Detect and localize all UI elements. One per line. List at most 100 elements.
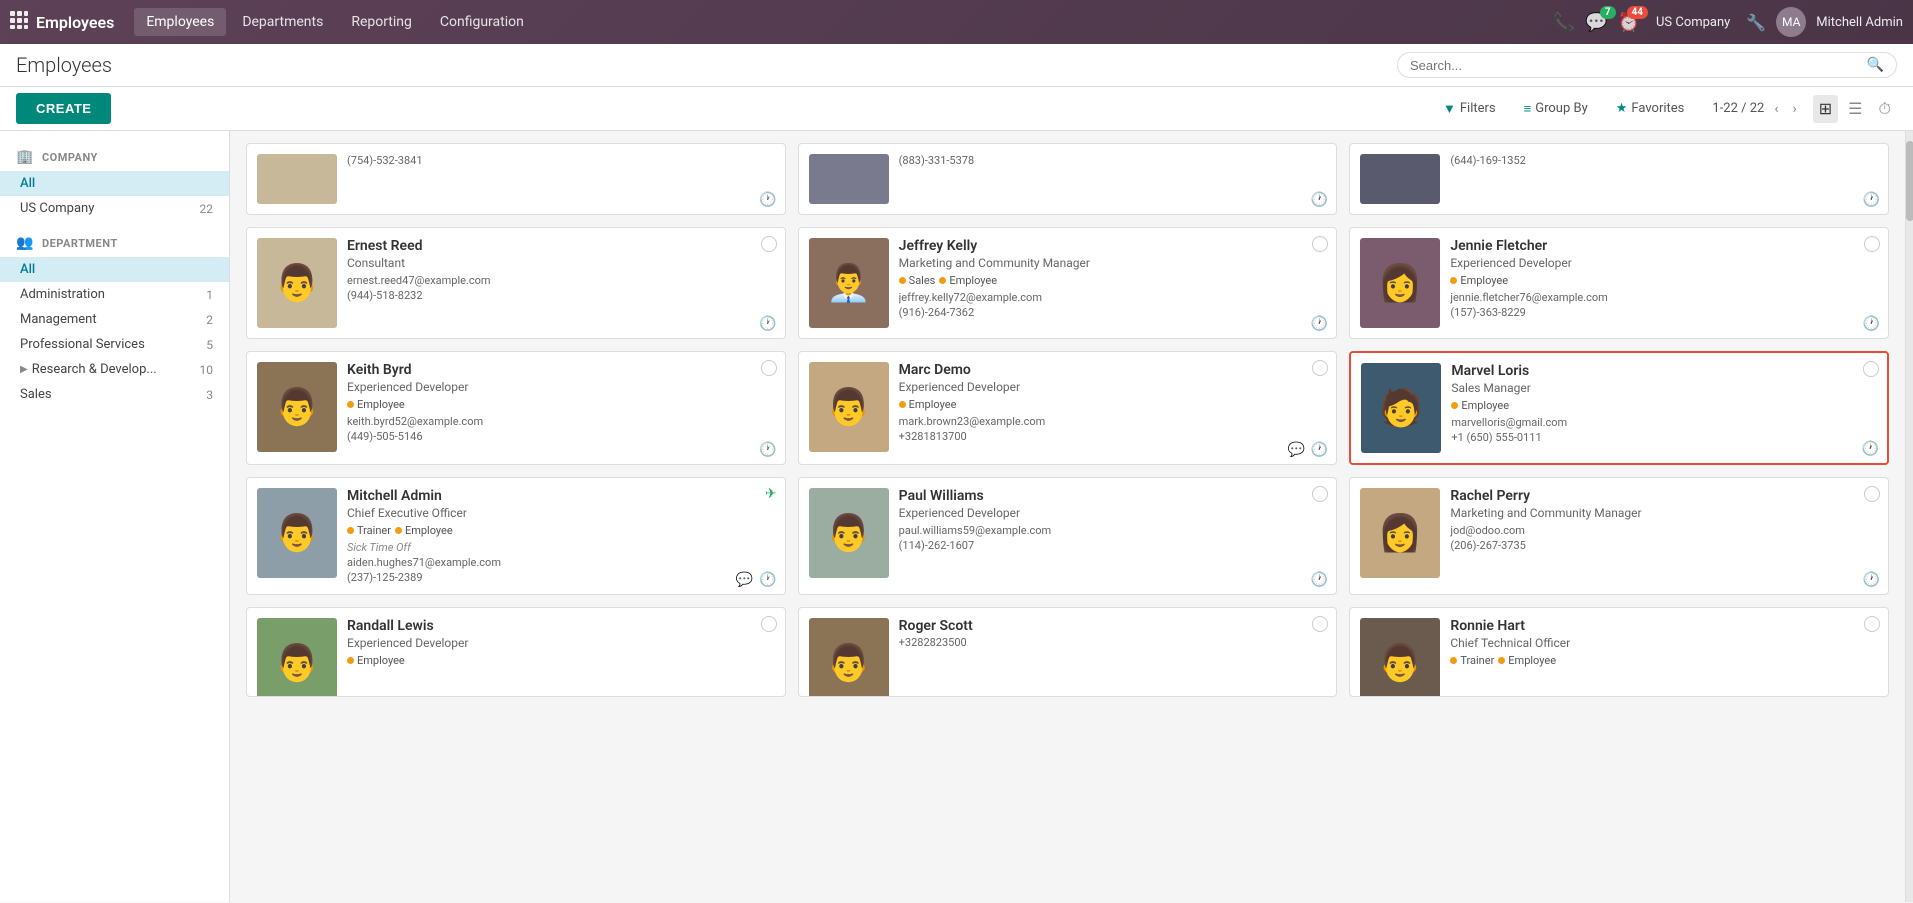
company-us-item[interactable]: US Company 22: [0, 196, 229, 221]
select-checkbox[interactable]: [1864, 236, 1880, 252]
emp-info: Marvel Loris Sales Manager Employee marv…: [1451, 363, 1877, 444]
clock-icon[interactable]: 🕐: [1311, 442, 1328, 458]
emp-phone: (449)-505-5146: [347, 430, 775, 443]
dept-sales-item[interactable]: Sales 3: [0, 382, 229, 407]
emp-name: Marc Demo: [899, 362, 1327, 378]
emp-name: Jeffrey Kelly: [899, 238, 1327, 254]
emp-email: jennie.fletcher76@example.com: [1450, 291, 1878, 304]
scrollbar[interactable]: [1905, 131, 1913, 902]
select-checkbox[interactable]: [761, 360, 777, 376]
card-paul-williams[interactable]: 👨 Paul Williams Experienced Developer pa…: [798, 477, 1338, 595]
messages-icon[interactable]: 💬 7: [1585, 12, 1607, 33]
clock-icon[interactable]: 🕐: [759, 572, 776, 588]
emp-info: Rachel Perry Marketing and Community Man…: [1450, 488, 1878, 552]
support-icon[interactable]: 📞: [1553, 12, 1575, 33]
emp-tags: Trainer Employee: [347, 524, 775, 537]
select-checkbox[interactable]: [761, 616, 777, 632]
list-view-button[interactable]: ☰: [1842, 95, 1868, 123]
avatar[interactable]: MA: [1776, 7, 1806, 37]
emp-name: Jennie Fletcher: [1450, 238, 1878, 254]
card-ronnie-hart[interactable]: 👨 Ronnie Hart Chief Technical Officer Tr…: [1349, 607, 1889, 697]
card-marvel-loris[interactable]: 🧑 Marvel Loris Sales Manager Employee ma…: [1349, 351, 1889, 465]
chat-icon[interactable]: 💬: [736, 572, 753, 588]
dept-management-item[interactable]: Management 2: [0, 307, 229, 332]
card-randall-lewis[interactable]: 👨 Randall Lewis Experienced Developer Em…: [246, 607, 786, 697]
filter-icon: ▼: [1443, 101, 1456, 117]
department-icon: 👥: [16, 235, 34, 251]
card-jeffrey-kelly[interactable]: 👨‍💼 Jeffrey Kelly Marketing and Communit…: [798, 227, 1338, 339]
company-all-item[interactable]: All: [0, 171, 229, 196]
settings-icon[interactable]: 🔧: [1746, 13, 1766, 32]
search-input[interactable]: [1410, 58, 1861, 73]
scrollbar-thumb[interactable]: [1906, 141, 1913, 221]
nav-configuration[interactable]: Configuration: [428, 8, 536, 36]
card-partial-1[interactable]: (754)-532-3841 🕐: [246, 143, 786, 215]
select-checkbox[interactable]: [1863, 361, 1879, 377]
alerts-icon[interactable]: ⏰ 44: [1618, 12, 1640, 33]
emp-photo: 👨: [257, 238, 337, 328]
chat-icon[interactable]: 💬: [1287, 442, 1304, 458]
select-checkbox[interactable]: [1312, 360, 1328, 376]
company-name[interactable]: US Company: [1656, 15, 1730, 30]
clock-icon[interactable]: 🕐: [759, 192, 776, 208]
favorites-button[interactable]: ★ Favorites: [1608, 97, 1693, 120]
clock-icon[interactable]: 🕐: [1863, 192, 1880, 208]
dept-professional-services-item[interactable]: Professional Services 5: [0, 332, 229, 357]
search-icon[interactable]: 🔍: [1867, 57, 1884, 73]
card-check-area: [1864, 486, 1880, 502]
emp-name: Ronnie Hart: [1450, 618, 1878, 634]
card-partial-2[interactable]: (883)-331-5378 🕐: [798, 143, 1338, 215]
kanban-content: (754)-532-3841 🕐 (883)-331-5378 🕐 (644: [230, 131, 1905, 902]
nav-employees[interactable]: Employees: [134, 8, 226, 36]
select-checkbox[interactable]: [1864, 486, 1880, 502]
dept-administration-item[interactable]: Administration 1: [0, 282, 229, 307]
dept-all-item[interactable]: All: [0, 257, 229, 282]
tag-dot: [347, 401, 354, 408]
activity-view-button[interactable]: ⏱: [1873, 95, 1897, 123]
card-keith-byrd[interactable]: 👨 Keith Byrd Experienced Developer Emplo…: [246, 351, 786, 465]
select-checkbox[interactable]: [1864, 616, 1880, 632]
card-mitchell-admin[interactable]: 👨 Mitchell Admin Chief Executive Officer…: [246, 477, 786, 595]
card-ernest-reed[interactable]: 👨 Ernest Reed Consultant ernest.reed47@e…: [246, 227, 786, 339]
filters-button[interactable]: ▼ Filters: [1435, 97, 1504, 121]
dept-research-item[interactable]: ▶ Research & Develop... 10: [0, 357, 229, 382]
emp-tags: Employee: [899, 398, 1327, 411]
nav-reporting[interactable]: Reporting: [339, 8, 424, 36]
select-checkbox[interactable]: [1312, 616, 1328, 632]
card-check-area: [761, 360, 777, 376]
card-roger-scott[interactable]: 👨 Roger Scott +3282823500: [798, 607, 1338, 697]
card-partial-3[interactable]: (644)-169-1352 🕐: [1349, 143, 1889, 215]
card-jennie-fletcher[interactable]: 👩 Jennie Fletcher Experienced Developer …: [1349, 227, 1889, 339]
card-bottom: 🕐: [1311, 316, 1328, 332]
card-actions: 🕐: [1311, 192, 1328, 208]
emp-email: ernest.reed47@example.com: [347, 274, 775, 287]
clock-icon[interactable]: 🕐: [1863, 316, 1880, 332]
clock-icon[interactable]: 🕐: [1311, 316, 1328, 332]
clock-icon[interactable]: 🕐: [1311, 192, 1328, 208]
emp-info: Jennie Fletcher Experienced Developer Em…: [1450, 238, 1878, 319]
pager-next[interactable]: ›: [1789, 99, 1801, 119]
page-title: Employees: [16, 53, 1397, 77]
card-marc-demo[interactable]: 👨 Marc Demo Experienced Developer Employ…: [798, 351, 1338, 465]
clock-icon[interactable]: 🕐: [1863, 572, 1880, 588]
tag-dot-2: [1498, 657, 1505, 664]
apps-icon[interactable]: [10, 11, 28, 33]
card-rachel-perry[interactable]: 👩 Rachel Perry Marketing and Community M…: [1349, 477, 1889, 595]
kanban-view-button[interactable]: ⊞: [1813, 95, 1838, 123]
search-bar[interactable]: 🔍: [1397, 52, 1897, 78]
clock-icon[interactable]: 🕐: [759, 442, 776, 458]
clock-icon[interactable]: 🕐: [759, 316, 776, 332]
select-checkbox[interactable]: [1312, 486, 1328, 502]
select-checkbox[interactable]: [761, 236, 777, 252]
card-check-area: [1863, 361, 1879, 377]
pager-prev[interactable]: ‹: [1770, 99, 1782, 119]
tag-dot: [1450, 657, 1457, 664]
app-brand[interactable]: Employees: [36, 13, 114, 32]
clock-icon[interactable]: 🕐: [1862, 441, 1879, 457]
create-button[interactable]: CREATE: [16, 93, 111, 124]
clock-icon[interactable]: 🕐: [1311, 572, 1328, 588]
card-bottom: 💬 🕐: [736, 572, 777, 588]
groupby-button[interactable]: ≡ Group By: [1516, 97, 1596, 121]
select-checkbox[interactable]: [1312, 236, 1328, 252]
nav-departments[interactable]: Departments: [230, 8, 335, 36]
